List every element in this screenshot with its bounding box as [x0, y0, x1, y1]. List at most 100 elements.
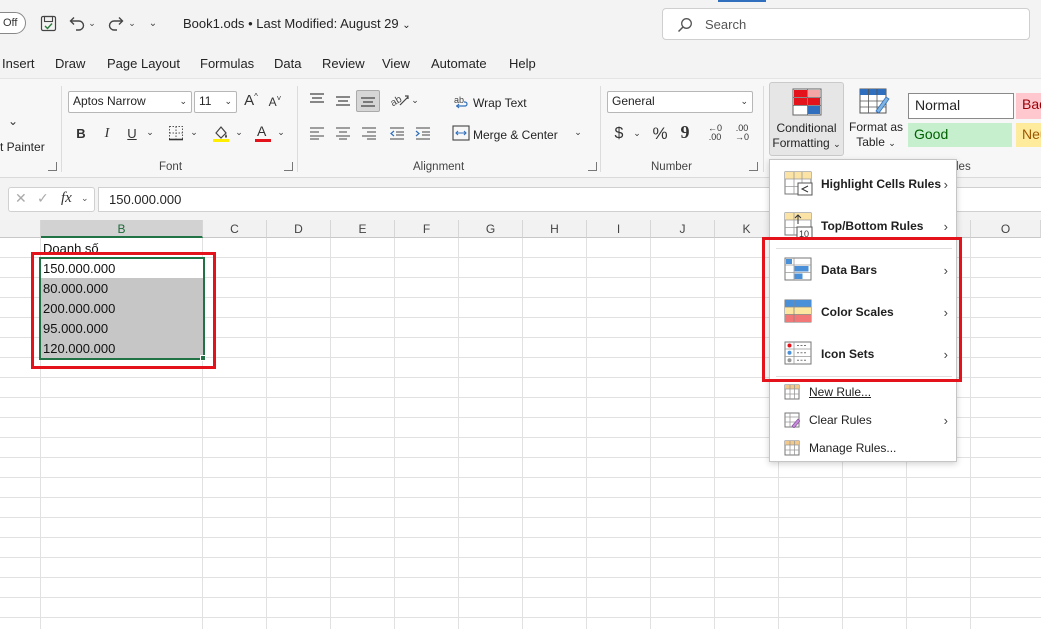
font-size-select[interactable]: 11 ⌄	[194, 91, 237, 113]
borders-chevron-icon[interactable]: ⌄	[189, 127, 199, 138]
redo-icon[interactable]	[106, 13, 126, 33]
select-all-corner[interactable]	[0, 220, 41, 238]
fill-color-chevron-icon[interactable]: ⌄	[234, 127, 244, 138]
currency-chevron-icon[interactable]: ⌄	[632, 128, 642, 139]
autosave-toggle[interactable]: Off	[0, 12, 26, 34]
column-header-j[interactable]: J	[651, 220, 715, 238]
highlight-annotation-data	[31, 252, 216, 369]
menu-item-new-rule[interactable]: New Rule...	[770, 378, 956, 406]
column-header-d[interactable]: D	[267, 220, 331, 238]
percent-button[interactable]: %	[650, 124, 670, 144]
style-bad[interactable]: Bad	[1016, 93, 1041, 119]
tab-draw[interactable]: Draw	[55, 56, 85, 71]
align-left-icon[interactable]	[309, 126, 325, 143]
conditional-formatting-label-1: Conditional	[776, 121, 837, 135]
align-center-icon[interactable]	[335, 126, 351, 143]
highlight-annotation-menu	[762, 237, 962, 382]
save-icon[interactable]	[38, 13, 58, 33]
customize-toolbar-chevron-icon[interactable]: ⌄	[146, 13, 160, 33]
manage-rules-icon	[784, 440, 800, 456]
column-header-c[interactable]: C	[203, 220, 267, 238]
underline-button[interactable]: U	[125, 126, 139, 141]
tab-page-layout[interactable]: Page Layout	[107, 56, 180, 71]
number-format-select[interactable]: General ⌄	[607, 91, 753, 113]
align-top-icon[interactable]	[309, 92, 325, 109]
group-separator	[297, 86, 298, 172]
top-bottom-icon: 10	[784, 212, 813, 240]
wrap-text-button[interactable]: Wrap Text	[473, 96, 527, 110]
shrink-font-button[interactable]: A˅	[266, 94, 284, 109]
font-name-select[interactable]: Aptos Narrow ⌄	[68, 91, 192, 113]
conditional-formatting-button[interactable]: Conditional Formatting ⌄	[769, 82, 844, 156]
tab-help[interactable]: Help	[509, 56, 536, 71]
number-format-value: General	[612, 94, 655, 108]
merge-center-button[interactable]: Merge & Center	[473, 128, 558, 142]
document-title[interactable]: Book1.ods • Last Modified: August 29 ⌄	[183, 16, 411, 31]
format-painter-button[interactable]: t Painter	[0, 140, 45, 154]
style-good[interactable]: Good	[908, 123, 1012, 147]
chevron-right-icon: ›	[943, 218, 948, 234]
italic-button[interactable]: I	[100, 126, 114, 142]
formula-controls: ✕ ✓ fx ⌄	[8, 187, 95, 212]
menu-item-manage-rules[interactable]: Manage Rules...	[770, 434, 956, 462]
conditional-formatting-chevron-icon: ⌄	[833, 139, 841, 149]
increase-decimal-button[interactable]: ←0.00	[705, 124, 725, 142]
decrease-decimal-button[interactable]: .00 →0	[732, 124, 752, 142]
tab-review[interactable]: Review	[322, 56, 365, 71]
fill-color-icon[interactable]	[212, 124, 230, 146]
search-box[interactable]: Search	[662, 8, 1030, 40]
decrease-indent-icon[interactable]	[389, 126, 405, 143]
style-normal[interactable]: Normal	[908, 93, 1014, 119]
style-neutral[interactable]: Neu	[1016, 123, 1041, 147]
shrink-caret-icon: ˅	[276, 94, 282, 103]
column-header-h[interactable]: H	[523, 220, 587, 238]
merge-center-icon[interactable]	[452, 125, 470, 144]
font-launcher-icon[interactable]	[284, 162, 293, 171]
clipboard-launcher-icon[interactable]	[48, 162, 57, 171]
highlight-cells-icon	[784, 171, 813, 196]
column-header-g[interactable]: G	[459, 220, 523, 238]
comma-style-button[interactable]: 9	[678, 122, 692, 143]
alignment-launcher-icon[interactable]	[588, 162, 597, 171]
font-color-chevron-icon[interactable]: ⌄	[276, 127, 286, 138]
tab-formulas[interactable]: Formulas	[200, 56, 254, 71]
tab-view[interactable]: View	[382, 56, 410, 71]
function-chevron-icon[interactable]: ⌄	[81, 193, 89, 204]
column-header-b[interactable]: B	[41, 220, 203, 238]
tab-data[interactable]: Data	[274, 56, 301, 71]
bold-button[interactable]: B	[74, 126, 88, 141]
format-as-table-button[interactable]: Format as Table ⌄	[847, 82, 905, 156]
column-header-e[interactable]: E	[331, 220, 395, 238]
merge-chevron-icon[interactable]: ⌄	[573, 127, 583, 138]
underline-chevron-icon[interactable]: ⌄	[145, 127, 155, 138]
currency-button[interactable]: $	[612, 125, 626, 143]
font-color-icon[interactable]: A	[254, 123, 272, 146]
confirm-entry-icon[interactable]: ✓	[37, 190, 49, 207]
align-middle-icon[interactable]	[335, 94, 351, 111]
orientation-icon[interactable]: ab	[389, 92, 410, 111]
increase-indent-icon[interactable]	[415, 126, 431, 143]
align-right-icon[interactable]	[361, 126, 377, 143]
grow-font-button[interactable]: A^	[242, 92, 260, 109]
align-bottom-button[interactable]	[356, 90, 380, 112]
column-header-i[interactable]: I	[587, 220, 651, 238]
column-header-f[interactable]: F	[395, 220, 459, 238]
menu-item-clear-rules[interactable]: Clear Rules ›	[770, 406, 956, 434]
number-launcher-icon[interactable]	[749, 162, 758, 171]
tab-automate[interactable]: Automate	[431, 56, 487, 71]
undo-icon[interactable]	[66, 13, 86, 33]
format-as-table-icon	[859, 88, 890, 114]
orientation-chevron-icon[interactable]: ⌄	[410, 95, 420, 106]
borders-icon[interactable]	[168, 125, 184, 144]
menu-item-highlight-cells-rules[interactable]: Highlight Cells Rules ›	[770, 164, 956, 204]
svg-text:A: A	[257, 123, 267, 139]
redo-dropdown-chevron-icon[interactable]: ⌄	[127, 13, 137, 33]
font-name-value: Aptos Narrow	[73, 94, 146, 108]
insert-function-button[interactable]: fx	[61, 190, 72, 207]
cut-dropdown-chevron-icon[interactable]: ⌄	[6, 114, 20, 128]
wrap-text-icon[interactable]: ab	[454, 94, 470, 112]
column-header-o[interactable]: O	[971, 220, 1041, 238]
cancel-entry-icon[interactable]: ✕	[15, 190, 27, 207]
undo-dropdown-chevron-icon[interactable]: ⌄	[87, 13, 97, 33]
tab-insert[interactable]: Insert	[2, 56, 35, 71]
